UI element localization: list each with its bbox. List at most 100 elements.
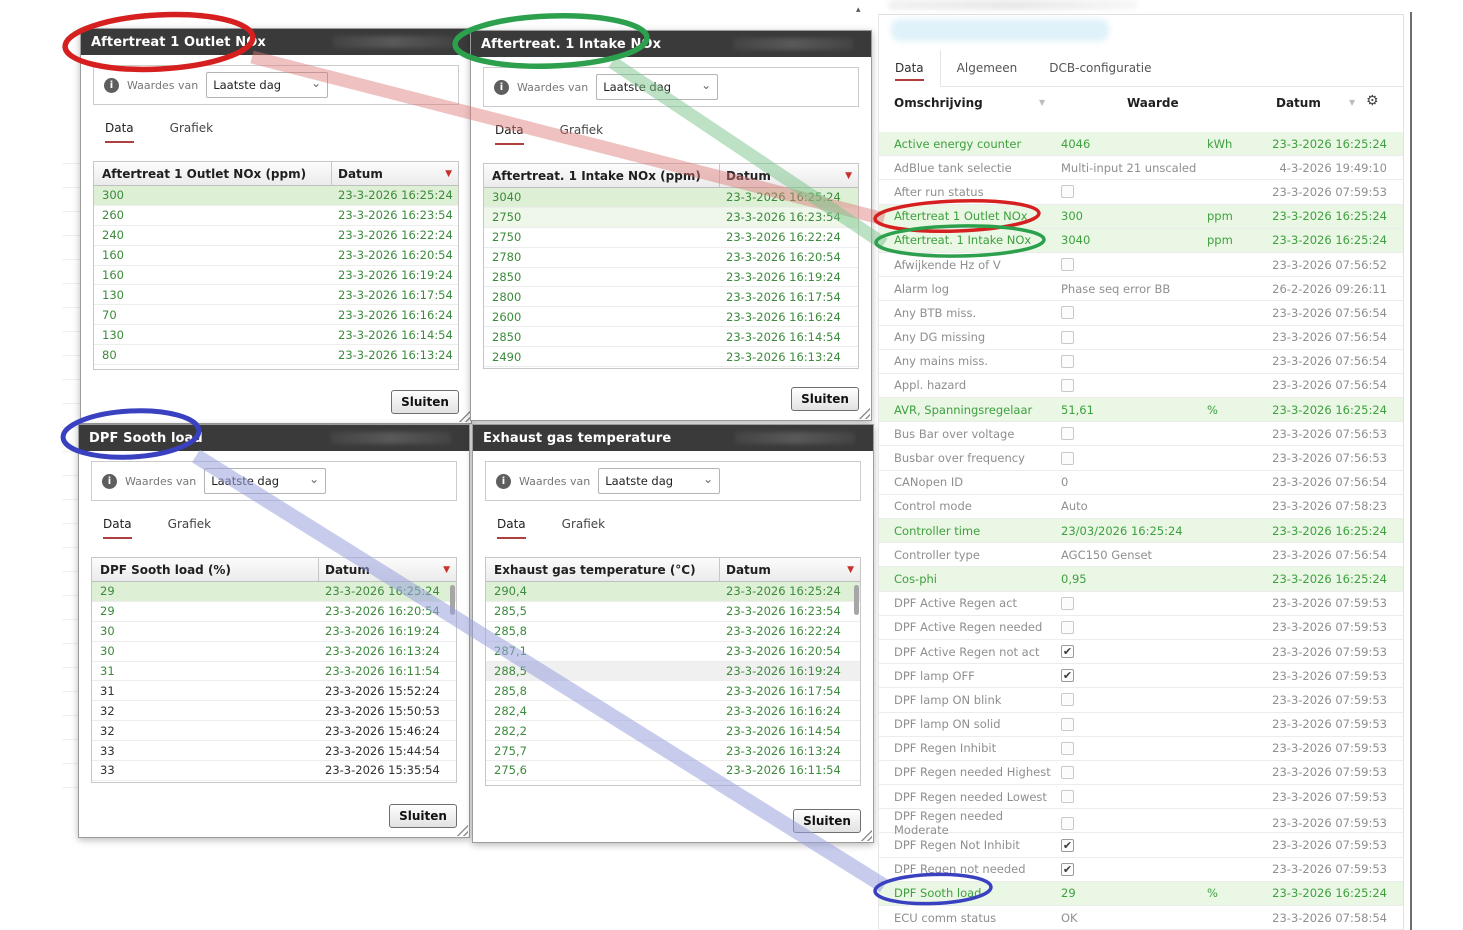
column-header-omschrijving[interactable]: Omschrijving [894, 96, 983, 110]
period-select[interactable]: Laatste dag ⌄ [206, 72, 328, 98]
table-row[interactable]: Control modeAuto23-3-2026 07:58:23 [879, 495, 1403, 519]
column-header-datum[interactable]: Datum ▼ [720, 164, 858, 187]
column-header-datum[interactable]: Datum [1276, 96, 1321, 110]
period-select[interactable]: Laatste dag ⌄ [596, 74, 718, 100]
table-row[interactable]: 3223-3-2026 15:50:53 [92, 701, 456, 721]
table-row[interactable]: 282,423-3-2026 16:16:24 [486, 701, 860, 721]
column-header-waarde[interactable]: Waarde [1127, 96, 1179, 110]
sort-desc-icon[interactable]: ▼ [443, 565, 450, 575]
table-row[interactable]: 3123-3-2026 16:11:54 [92, 662, 456, 682]
table-row[interactable]: Any DG missing23-3-2026 07:56:54 [879, 326, 1403, 350]
table-row[interactable]: 278023-3-2026 16:20:54 [484, 248, 858, 268]
table-row[interactable]: DPF Sooth load29%23-3-2026 16:25:24 [879, 882, 1403, 906]
table-row[interactable]: 24023-3-2026 16:22:24 [94, 226, 458, 246]
table-row[interactable]: 282,223-3-2026 16:14:54 [486, 721, 860, 741]
table-row[interactable]: 275023-3-2026 16:22:24 [484, 228, 858, 248]
table-row[interactable]: Alarm logPhase seq error BB26-2-2026 09:… [879, 277, 1403, 301]
scrollbar-thumb[interactable] [854, 585, 859, 615]
table-row[interactable]: 280023-3-2026 16:17:54 [484, 287, 858, 307]
table-row[interactable]: Afwijkende Hz of V23-3-2026 07:56:52 [879, 253, 1403, 277]
table-row[interactable]: DPF Regen not needed✔23-3-2026 07:59:53 [879, 858, 1403, 882]
tab-data[interactable]: Data [103, 517, 132, 539]
dialog-titlebar[interactable]: DPF Sooth load [79, 425, 469, 451]
table-row[interactable]: 7023-3-2026 16:16:24 [94, 305, 458, 325]
table-row[interactable]: DPF Active Regen needed23-3-2026 07:59:5… [879, 616, 1403, 640]
table-row[interactable]: DPF Regen Not Inhibit✔23-3-2026 07:59:53 [879, 833, 1403, 857]
tab-data[interactable]: Data [495, 123, 524, 145]
table-row[interactable]: 2923-3-2026 16:25:24 [92, 582, 456, 602]
table-row[interactable]: Bus Bar over voltage23-3-2026 07:56:53 [879, 422, 1403, 446]
table-row[interactable]: Cos-phi0,9523-3-2026 16:25:24 [879, 567, 1403, 591]
table-row[interactable]: Active energy counter4046kWh23-3-2026 16… [879, 132, 1403, 156]
tab-grafiek[interactable]: Grafiek [168, 517, 211, 539]
table-row[interactable]: 2923-3-2026 16:20:54 [92, 602, 456, 622]
tab-grafiek[interactable]: Grafiek [562, 517, 605, 539]
table-row[interactable]: 9023-3-2026 16:11:54 [94, 365, 458, 369]
column-header-value[interactable]: Aftertreat 1 Outlet NOx (ppm) [94, 162, 332, 185]
tab-algemeen[interactable]: Algemeen [941, 50, 1034, 86]
table-row[interactable]: 275,723-3-2026 16:13:24 [486, 741, 860, 761]
sort-desc-icon[interactable]: ▼ [847, 565, 854, 575]
column-header-value[interactable]: Exhaust gas temperature (°C) [486, 558, 720, 581]
table-row[interactable]: 3323-3-2026 15:35:54 [92, 761, 456, 781]
table-row[interactable]: 285,523-3-2026 16:23:54 [486, 602, 860, 622]
table-row[interactable]: 285,823-3-2026 16:17:54 [486, 681, 860, 701]
close-button[interactable]: Sluiten [791, 387, 859, 411]
table-row[interactable]: DPF Active Regen act23-3-2026 07:59:53 [879, 592, 1403, 616]
period-select[interactable]: Laatste dag ⌄ [204, 468, 326, 494]
table-row[interactable]: DPF lamp ON blink23-3-2026 07:59:53 [879, 688, 1403, 712]
table-row[interactable]: Controller time23/03/2026 16:25:2423-3-2… [879, 519, 1403, 543]
tab-data[interactable]: Data [497, 517, 526, 539]
table-row[interactable]: 3023-3-2026 16:13:24 [92, 642, 456, 662]
tab-grafiek[interactable]: Grafiek [170, 121, 213, 143]
table-row[interactable]: 3123-3-2026 15:52:24 [92, 681, 456, 701]
table-row[interactable]: 288,523-3-2026 16:19:24 [486, 662, 860, 682]
table-row[interactable]: 287,123-3-2026 16:20:54 [486, 642, 860, 662]
tab-data[interactable]: Data [879, 50, 941, 87]
sort-desc-icon[interactable]: ▼ [845, 171, 852, 181]
gear-icon[interactable]: ⚙ [1366, 93, 1379, 109]
table-row[interactable]: 285,823-3-2026 16:22:24 [486, 622, 860, 642]
table-row[interactable]: 280,223-3-2026 16:10:24 [486, 781, 860, 785]
table-row[interactable]: Appl. hazard23-3-2026 07:56:54 [879, 374, 1403, 398]
table-row[interactable]: CANopen ID023-3-2026 07:56:54 [879, 471, 1403, 495]
table-row[interactable]: 304023-3-2026 16:25:24 [484, 188, 858, 208]
table-row[interactable]: 16023-3-2026 16:20:54 [94, 246, 458, 266]
table-row[interactable]: DPF lamp OFF✔23-3-2026 07:59:53 [879, 664, 1403, 688]
table-row[interactable]: 290,423-3-2026 16:25:24 [486, 582, 860, 602]
column-header-datum[interactable]: Datum ▼ [720, 558, 860, 581]
table-row[interactable]: 249023-3-2026 16:13:24 [484, 347, 858, 367]
table-row[interactable]: 3223-3-2026 15:46:24 [92, 721, 456, 741]
table-row[interactable]: 285023-3-2026 16:14:54 [484, 327, 858, 347]
table-row[interactable]: 260023-3-2026 16:16:24 [484, 307, 858, 327]
table-row[interactable]: 285023-3-2026 16:19:24 [484, 268, 858, 288]
table-row[interactable]: 3023-3-2026 16:19:24 [92, 622, 456, 642]
close-button[interactable]: Sluiten [793, 809, 861, 833]
scroll-up-icon[interactable]: ▴ [856, 5, 861, 15]
table-row[interactable]: Controller typeAGC150 Genset23-3-2026 07… [879, 543, 1403, 567]
tab-dcb-configuratie[interactable]: DCB-configuratie [1033, 50, 1167, 86]
dialog-titlebar[interactable]: Aftertreat 1 Outlet NOx [81, 29, 471, 55]
column-header-value[interactable]: Aftertreat. 1 Intake NOx (ppm) [484, 164, 720, 187]
table-row[interactable]: 275,623-3-2026 16:11:54 [486, 761, 860, 781]
table-row[interactable]: Aftertreat 1 Outlet NOx300ppm23-3-2026 1… [879, 205, 1403, 229]
column-header-value[interactable]: DPF Sooth load (%) [92, 558, 319, 581]
table-row[interactable]: Any BTB miss.23-3-2026 07:56:54 [879, 301, 1403, 325]
period-select[interactable]: Laatste dag ⌄ [598, 468, 720, 494]
table-row[interactable]: 13023-3-2026 16:17:54 [94, 285, 458, 305]
table-row[interactable]: AVR, Spanningsregelaar51,61%23-3-2026 16… [879, 398, 1403, 422]
sort-icon[interactable]: ▼ [1039, 98, 1045, 107]
table-row[interactable]: DPF Regen Inhibit23-3-2026 07:59:53 [879, 737, 1403, 761]
table-row[interactable]: DPF Active Regen not act✔23-3-2026 07:59… [879, 640, 1403, 664]
close-button[interactable]: Sluiten [389, 804, 457, 828]
table-row[interactable]: DPF Regen needed Moderate23-3-2026 07:59… [879, 809, 1403, 833]
table-row[interactable]: DPF Regen needed Highest23-3-2026 07:59:… [879, 761, 1403, 785]
table-row[interactable]: DPF Regen needed Lowest23-3-2026 07:59:5… [879, 785, 1403, 809]
column-header-datum[interactable]: Datum ▼ [319, 558, 456, 581]
table-row[interactable]: 13023-3-2026 16:14:54 [94, 325, 458, 345]
dialog-titlebar[interactable]: Exhaust gas temperature [473, 425, 873, 451]
table-row[interactable]: After run status23-3-2026 07:59:53 [879, 180, 1403, 204]
table-row[interactable]: ECU comm statusOK23-3-2026 07:58:54 [879, 906, 1403, 930]
table-row[interactable]: 30023-3-2026 16:25:24 [94, 186, 458, 206]
sort-icon[interactable]: ▼ [1349, 98, 1355, 107]
